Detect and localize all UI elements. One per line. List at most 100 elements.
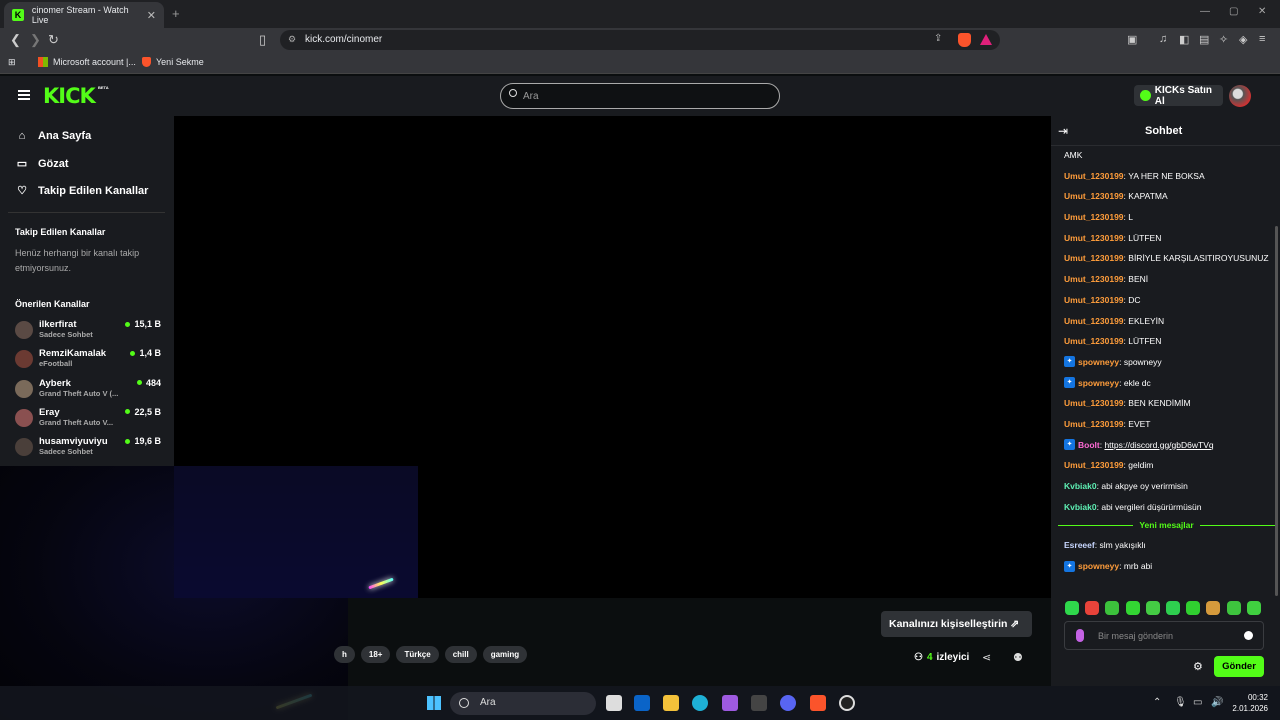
emote-icon[interactable] [1085,601,1100,615]
chat-username[interactable]: spowneyy [1078,559,1119,573]
discord-icon[interactable] [780,695,796,711]
task-view-icon[interactable] [606,695,622,711]
emote-icon[interactable] [1145,601,1160,615]
tray-overflow-icon[interactable]: ⌃ [1153,697,1161,708]
stream-tag[interactable]: gaming [482,646,528,663]
share-icon[interactable]: ⇪ [934,33,942,44]
emote-icon[interactable] [1065,601,1079,615]
stream-tag[interactable]: chill [444,646,477,663]
music-icon[interactable]: ♫ [1159,33,1167,45]
chat-link[interactable]: https://discord.gg/gbD6wTVq [1104,438,1213,452]
menu-icon[interactable]: ≡ [1259,33,1265,45]
send-button[interactable]: Gönder [1214,656,1264,677]
buy-kicks-button[interactable]: KICKs Satın Al [1134,85,1223,107]
chat-username[interactable]: Umut_1230199 [1064,314,1124,328]
chat-username[interactable]: Umut_1230199 [1064,334,1124,348]
stream-tag[interactable]: Türkçe [396,646,439,663]
recommended-channel[interactable]: husamviyuviyu Sadece Sohbet 19,6 B [15,436,165,460]
reload-icon[interactable]: ↻ [48,32,59,48]
new-tab-button[interactable]: + [172,6,180,21]
url-bar[interactable]: ⚙ kick.com/cinomer ⇪ [280,30,1000,50]
chat-username[interactable]: Umut_1230199 [1064,396,1124,410]
emote-icon[interactable] [1165,601,1180,615]
chat-username[interactable]: Umut_1230199 [1064,231,1124,245]
chat-username[interactable]: Umut_1230199 [1064,169,1124,183]
chat-scrollbar[interactable] [1275,226,1278,596]
panel-icon[interactable]: ◧ [1179,33,1189,46]
sidebar-icon[interactable]: ▣ [1127,33,1137,46]
chat-username[interactable]: Umut_1230199 [1064,251,1124,265]
browser-tab[interactable]: K cinomer Stream - Watch Live ✕ [4,2,164,28]
recommended-channel[interactable]: Eray Grand Theft Auto V... 22,5 B [15,407,165,431]
apps-icon[interactable]: ⊞ [8,57,16,68]
collapse-chat-icon[interactable]: ⇥ [1058,124,1068,138]
leo-icon[interactable]: ✧ [1219,33,1228,46]
kick-logo[interactable]: KICK [43,84,96,108]
search-input[interactable]: Ara [500,83,780,109]
site-info-icon[interactable]: ⚙ [288,34,296,45]
chat-username[interactable]: spowneyy [1078,355,1119,369]
chat-username[interactable]: Umut_1230199 [1064,210,1124,224]
recommended-channel[interactable]: ilkerfirat Sadece Sohbet 15,1 B [15,319,165,343]
forward-icon[interactable]: ❯ [30,32,41,48]
stream-tag[interactable]: 18+ [360,646,391,663]
maximize-icon[interactable]: ▢ [1229,6,1238,17]
outlook-icon[interactable] [634,695,650,711]
emote-icon[interactable] [1105,601,1120,615]
emote-icon[interactable] [1206,601,1221,615]
emote-icon[interactable] [1125,601,1140,615]
brave-rewards-icon[interactable] [980,34,992,45]
channel-category: Sadece Sohbet [39,447,93,457]
emote-icon[interactable] [1226,601,1241,615]
chat-username[interactable]: Kvbiak0 [1064,500,1097,514]
hamburger-menu-icon[interactable] [18,90,30,100]
taskbar-search[interactable]: Ara [450,692,596,715]
emote-icon[interactable] [1186,601,1201,615]
follow-user-icon[interactable]: ⚉ [1013,651,1023,664]
minimize-icon[interactable]: — [1200,6,1210,17]
store-icon[interactable] [751,695,767,711]
chat-username[interactable]: Umut_1230199 [1064,293,1124,307]
brave-shields-icon[interactable] [958,33,971,47]
file-explorer-icon[interactable] [663,695,679,711]
recommended-channel[interactable]: Ayberk Grand Theft Auto V (... 484 [15,378,165,402]
bookmark-microsoft[interactable]: Microsoft account |... [38,57,136,67]
obs-icon[interactable] [839,695,855,711]
stream-tag[interactable]: h [334,646,355,663]
nav-browse[interactable]: ▭ Gözat [15,157,69,171]
share-icon[interactable]: ⋖ [982,651,991,664]
office-icon[interactable] [722,695,738,711]
tab-close-icon[interactable]: ✕ [147,9,156,22]
chat-username[interactable]: Umut_1230199 [1064,272,1124,286]
nav-home[interactable]: ⌂ Ana Sayfa [15,130,92,142]
back-icon[interactable]: ❮ [10,32,21,48]
network-icon[interactable]: ▭ [1193,697,1202,708]
chat-username[interactable]: Esreeef [1064,538,1095,552]
windows-start-icon[interactable] [427,696,441,710]
emoji-icon[interactable] [1244,631,1253,640]
chat-settings-icon[interactable]: ⚙ [1193,660,1203,673]
chat-username[interactable]: Boolt [1078,438,1100,452]
customize-channel-button[interactable]: Kanalınızı kişiselleştirin ⇗ [881,611,1032,637]
edge-icon[interactable] [692,695,708,711]
nav-following[interactable]: ♡ Takip Edilen Kanallar [15,184,148,198]
volume-icon[interactable]: 🔊 [1211,697,1223,708]
bookmark-icon[interactable]: ▯ [259,32,266,48]
vpn-icon[interactable]: ◈ [1239,33,1247,46]
mic-icon[interactable] [1076,629,1084,642]
recommended-channel[interactable]: RemziKamalak eFootball 1,4 B [15,348,165,372]
brave-taskbar-icon[interactable] [810,695,826,711]
chat-username[interactable]: Umut_1230199 [1064,189,1124,203]
user-avatar[interactable] [1229,85,1251,107]
chat-username[interactable]: Umut_1230199 [1064,458,1124,472]
chat-username[interactable]: Kvbiak0 [1064,479,1097,493]
chat-input[interactable]: Bir mesaj gönderin [1064,621,1264,650]
mic-tray-icon[interactable]: 🎙 [1174,697,1187,708]
emote-icon[interactable] [1246,601,1261,615]
chat-username[interactable]: spowneyy [1078,376,1119,390]
bookmark-new-tab[interactable]: Yeni Sekme [142,57,204,67]
wallet-icon[interactable]: ▤ [1199,33,1209,46]
clock[interactable]: 00:32 2.01.2026 [1228,692,1268,714]
window-close-icon[interactable]: ✕ [1258,6,1266,17]
chat-username[interactable]: Umut_1230199 [1064,417,1124,431]
